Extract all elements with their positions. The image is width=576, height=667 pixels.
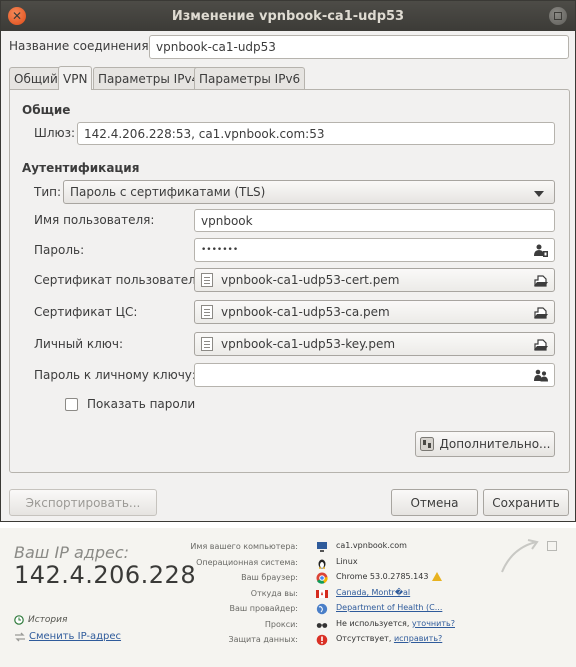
chevron-down-icon	[534, 191, 544, 197]
info-key: Откуда вы:	[250, 589, 298, 598]
glasses-icon	[316, 623, 328, 628]
chrome-icon	[316, 572, 328, 584]
gateway-label: Шлюз:	[34, 126, 76, 140]
connection-name-input[interactable]: vpnbook-ca1-udp53	[149, 35, 569, 59]
info-key: Защита данных:	[228, 635, 298, 644]
ip-label: Ваш IP адрес:	[14, 543, 130, 562]
show-passwords-checkbox[interactable]	[65, 398, 78, 411]
user-cert-label: Сертификат пользователя:	[34, 273, 208, 287]
info-key: Ваш браузер:	[241, 573, 298, 582]
key-password-input[interactable]	[194, 363, 555, 387]
auth-heading: Аутентификация	[22, 161, 140, 175]
close-icon[interactable]: ✕	[8, 7, 26, 25]
user-cert-value: vpnbook-ca1-udp53-cert.pem	[221, 273, 400, 287]
info-key: Прокси:	[264, 620, 298, 629]
info-row-protection: Защита данных: Отсутствует, исправить?	[150, 633, 560, 648]
ca-cert-chooser[interactable]: vpnbook-ca1-udp53-ca.pem	[194, 300, 555, 324]
clock-icon	[14, 615, 24, 625]
auth-type-label: Тип:	[34, 185, 62, 199]
tab-general[interactable]: Общий	[9, 67, 63, 89]
folder-open-icon	[534, 275, 548, 287]
info-value: Linux	[336, 557, 358, 566]
info-row-proxy: Прокси: Не используется, уточнить?	[150, 618, 560, 633]
tab-vpn[interactable]: VPN	[58, 66, 93, 90]
info-value: Отсутствует, исправить?	[336, 634, 442, 643]
settings-icon	[419, 437, 434, 451]
gateway-input[interactable]: 142.4.206.228:53, ca1.vpnbook.com:53	[77, 122, 555, 145]
change-ip-label: Сменить IP-адрес	[29, 631, 122, 642]
password-value: •••••••	[201, 245, 239, 255]
connection-name-label: Название соединения:	[9, 39, 153, 53]
info-value: ca1.vpnbook.com	[336, 541, 407, 550]
proxy-check-link[interactable]: уточнить?	[412, 619, 455, 628]
show-passwords-label: Показать пароли	[87, 397, 196, 411]
private-key-value: vpnbook-ca1-udp53-key.pem	[221, 337, 396, 351]
globe-icon	[316, 603, 328, 615]
document-icon	[201, 305, 213, 319]
info-value: Chrome 53.0.2785.143	[336, 572, 443, 581]
browser-value: Chrome 53.0.2785.143	[336, 572, 429, 581]
username-label: Имя пользователя:	[34, 213, 155, 227]
document-icon	[201, 273, 213, 287]
ca-cert-value: vpnbook-ca1-udp53-ca.pem	[221, 305, 390, 319]
document-icon	[201, 337, 213, 351]
key-password-label: Пароль к личному ключу:	[34, 368, 196, 382]
provider-link[interactable]: Department of Health (C...	[336, 603, 442, 612]
tab-ipv4[interactable]: Параметры IPv4	[93, 67, 205, 89]
swap-icon	[15, 632, 25, 641]
info-row-location: Откуда вы: Canada, Montr�al	[150, 587, 560, 602]
export-button[interactable]: Экспортировать...	[9, 489, 157, 516]
auth-type-value: Пароль с сертификатами (TLS)	[70, 185, 266, 199]
info-row-browser: Ваш браузер: Chrome 53.0.2785.143	[150, 571, 560, 586]
info-key: Ваш провайдер:	[229, 604, 299, 613]
cancel-button[interactable]: Отмена	[391, 489, 478, 516]
users-icon[interactable]	[534, 369, 548, 382]
canada-flag-icon	[316, 590, 328, 598]
alert-icon	[316, 634, 328, 646]
private-key-label: Личный ключ:	[34, 337, 123, 351]
info-key: Имя вашего компьютера:	[190, 542, 298, 551]
history-link[interactable]: История	[14, 615, 67, 625]
info-key: Операционная система:	[196, 558, 298, 567]
info-row-provider: Ваш провайдер: Department of Health (C..…	[150, 602, 560, 617]
tab-ipv6[interactable]: Параметры IPv6	[194, 67, 306, 89]
user-cert-chooser[interactable]: vpnbook-ca1-udp53-cert.pem	[194, 268, 555, 292]
general-heading: Общие	[22, 103, 71, 117]
location-link[interactable]: Canada, Montr�al	[336, 588, 410, 597]
folder-open-icon	[534, 339, 548, 351]
history-link-label: История	[28, 615, 68, 625]
info-value: Не используется, уточнить?	[336, 619, 455, 628]
warning-icon	[432, 572, 443, 581]
username-input[interactable]: vpnbook	[194, 209, 555, 232]
title-bar: ✕ Изменение vpnbook-ca1-udp53	[1, 1, 575, 31]
auth-type-dropdown[interactable]: Пароль с сертификатами (TLS)	[63, 180, 555, 204]
connection-editor-window: ✕ Изменение vpnbook-ca1-udp53 Название с…	[0, 0, 576, 522]
advanced-button[interactable]: Дополнительно...	[415, 431, 555, 457]
protection-value: Отсутствует,	[336, 634, 392, 643]
protection-fix-link[interactable]: исправить?	[394, 634, 442, 643]
ca-cert-label: Сертификат ЦС:	[34, 305, 138, 319]
window-title: Изменение vpnbook-ca1-udp53	[171, 8, 405, 24]
advanced-button-label: Дополнительно...	[439, 437, 551, 451]
folder-open-icon	[534, 307, 548, 319]
private-key-chooser[interactable]: vpnbook-ca1-udp53-key.pem	[194, 332, 555, 356]
info-row-computer: Имя вашего компьютера: ca1.vpnbook.com	[150, 540, 560, 555]
password-input[interactable]: •••••••	[194, 238, 555, 262]
info-row-os: Операционная система: Linux	[150, 556, 560, 571]
linux-icon	[318, 559, 326, 569]
user-key-icon[interactable]	[534, 244, 548, 257]
computer-icon	[317, 542, 327, 552]
maximize-icon[interactable]	[549, 7, 567, 25]
save-button[interactable]: Сохранить	[483, 489, 569, 516]
proxy-value: Не используется,	[336, 619, 410, 628]
change-ip-link[interactable]: Сменить IP-адрес	[14, 631, 121, 642]
password-label: Пароль:	[34, 243, 85, 257]
